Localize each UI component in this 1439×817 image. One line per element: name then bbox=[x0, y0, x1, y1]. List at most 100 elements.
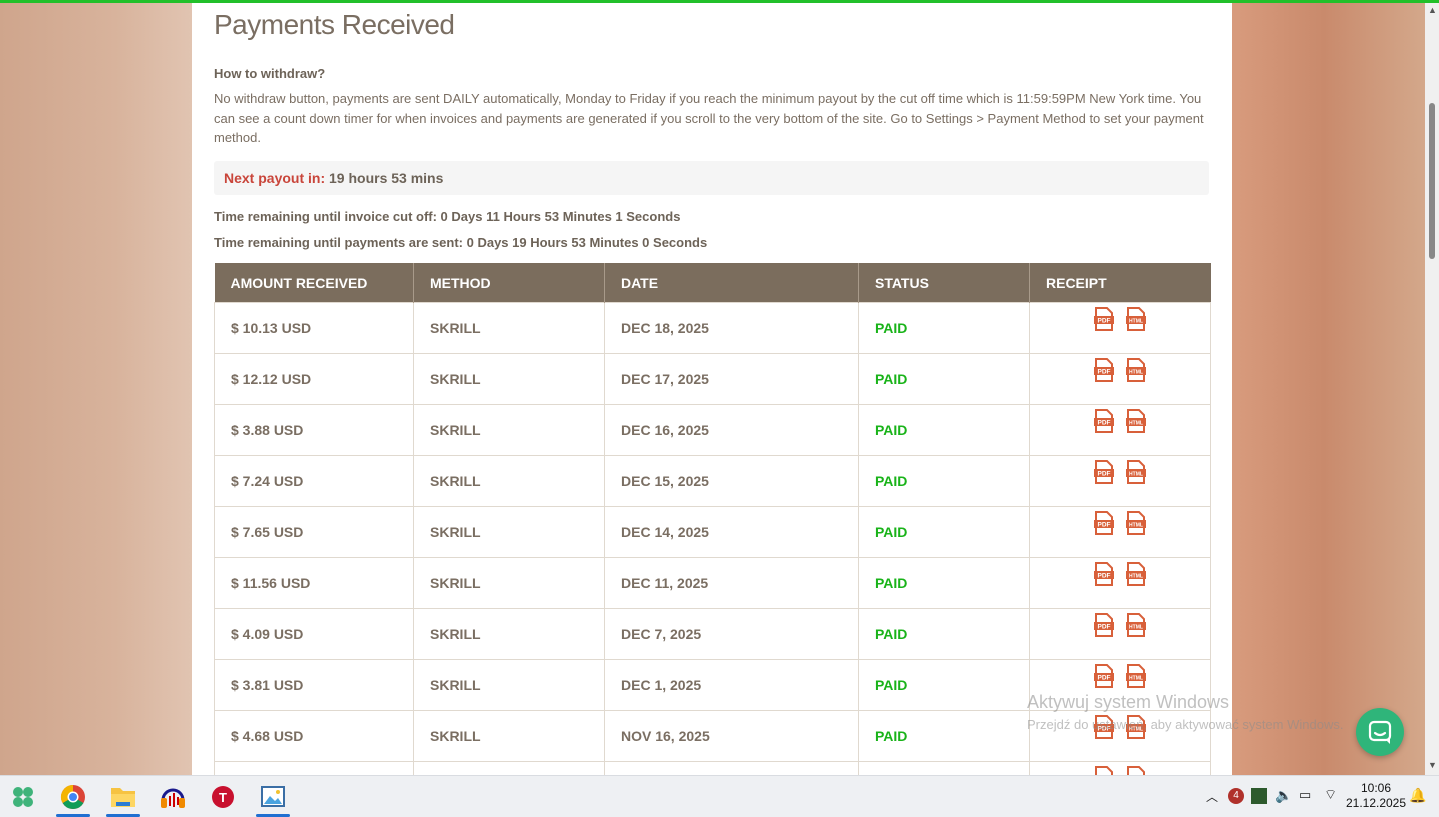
pdf-file-icon[interactable]: PDF bbox=[1093, 459, 1115, 485]
amount-cell: $ 12.12 USD bbox=[214, 353, 414, 405]
scroll-down-arrow-icon[interactable]: ▼ bbox=[1428, 760, 1437, 770]
svg-text:PDF: PDF bbox=[1098, 471, 1111, 478]
tray-nvidia-icon[interactable] bbox=[1251, 788, 1267, 804]
status-cell: PAID bbox=[858, 506, 1030, 558]
date-cell: DEC 7, 2025 bbox=[604, 608, 859, 660]
howto-heading: How to withdraw? bbox=[214, 66, 326, 81]
amount-cell: $ 3.81 USD bbox=[214, 659, 414, 711]
method-cell: SKRILL bbox=[413, 506, 605, 558]
table-row: $ 10.13 USD SKRILL DEC 18, 2025 PAID PDF HTML bbox=[214, 302, 1211, 354]
header-status: STATUS bbox=[858, 263, 1030, 303]
method-cell: SKRILL bbox=[413, 557, 605, 609]
html-file-icon[interactable]: HTML bbox=[1125, 612, 1147, 638]
svg-text:PDF: PDF bbox=[1098, 420, 1111, 427]
receipt-cell: PDF HTML bbox=[1029, 404, 1211, 456]
tray-overflow-chevron-icon[interactable]: ︿ bbox=[1206, 788, 1218, 805]
next-payout-value: 19 hours 53 mins bbox=[329, 170, 444, 186]
pdf-file-icon[interactable]: PDF bbox=[1093, 408, 1115, 434]
receipt-cell: PDF HTML bbox=[1029, 302, 1211, 354]
date-cell bbox=[604, 761, 859, 775]
chrome-icon bbox=[60, 785, 85, 810]
svg-text:HTML: HTML bbox=[1129, 676, 1143, 682]
receipt-cell: PDF HTML bbox=[1029, 506, 1211, 558]
pdf-file-icon[interactable]: PDF bbox=[1093, 357, 1115, 383]
amount-cell: $ 7.65 USD bbox=[214, 506, 414, 558]
taskbar-clock[interactable]: 10:06 21.12.2025 bbox=[1340, 781, 1412, 811]
status-cell bbox=[858, 761, 1030, 775]
html-file-icon[interactable]: HTML bbox=[1125, 765, 1147, 775]
svg-text:PDF: PDF bbox=[1098, 624, 1111, 631]
receipt-cell: PDF HTML bbox=[1029, 455, 1211, 507]
pdf-file-icon[interactable]: PDF bbox=[1093, 612, 1115, 638]
status-cell: PAID bbox=[858, 455, 1030, 507]
svg-text:HTML: HTML bbox=[1129, 370, 1143, 376]
audacity-icon bbox=[161, 788, 185, 808]
date-cell: NOV 16, 2025 bbox=[604, 710, 859, 762]
taskbar-audacity[interactable] bbox=[154, 782, 192, 812]
chat-icon bbox=[1368, 720, 1392, 744]
html-file-icon[interactable]: HTML bbox=[1125, 510, 1147, 536]
html-file-icon[interactable]: HTML bbox=[1125, 561, 1147, 587]
wifi-icon[interactable]: ⌔ bbox=[1324, 786, 1337, 804]
pdf-file-icon[interactable]: PDF bbox=[1093, 510, 1115, 536]
amount-cell: $ 11.56 USD bbox=[214, 557, 414, 609]
windows-activation-title: Aktywuj system Windows bbox=[1027, 692, 1230, 712]
pdf-file-icon[interactable]: PDF bbox=[1093, 306, 1115, 332]
svg-text:HTML: HTML bbox=[1129, 625, 1143, 631]
html-file-icon[interactable]: HTML bbox=[1125, 459, 1147, 485]
date-cell: DEC 14, 2025 bbox=[604, 506, 859, 558]
status-cell: PAID bbox=[858, 608, 1030, 660]
battery-icon[interactable]: ▭ bbox=[1299, 787, 1311, 803]
svg-text:HTML: HTML bbox=[1129, 421, 1143, 427]
table-row: $ 7.24 USD SKRILL DEC 15, 2025 PAID PDF HTML bbox=[214, 455, 1211, 507]
clock-date: 21.12.2025 bbox=[1345, 796, 1407, 810]
receipt-cell: PDF HTML bbox=[1029, 557, 1211, 609]
receipt-cell: PDF HTML bbox=[1029, 353, 1211, 405]
page-scrollbar[interactable]: ▲ ▼ bbox=[1425, 3, 1439, 775]
scroll-up-arrow-icon[interactable]: ▲ bbox=[1428, 5, 1437, 15]
scroll-thumb[interactable] bbox=[1429, 103, 1435, 259]
taskbar-file-explorer[interactable] bbox=[104, 782, 142, 817]
windows-taskbar: T ︿ 4 🔈 ▭ ⌔ 10:06 21.12.2025 🔔 bbox=[0, 775, 1439, 817]
notification-bell-icon[interactable]: 🔔 bbox=[1409, 787, 1426, 804]
table-row: $ 11.56 USD SKRILL DEC 11, 2025 PAID PDF HTML bbox=[214, 557, 1211, 609]
volume-icon[interactable]: 🔈 bbox=[1275, 787, 1292, 804]
method-cell: SKRILL bbox=[413, 455, 605, 507]
svg-text:PDF: PDF bbox=[1098, 675, 1111, 682]
payments-sent-timer: Time remaining until payments are sent: … bbox=[214, 235, 708, 250]
status-cell: PAID bbox=[858, 557, 1030, 609]
t-app-icon: T bbox=[212, 786, 234, 808]
header-amount: AMOUNT RECEIVED bbox=[214, 263, 414, 303]
start-button[interactable] bbox=[4, 782, 42, 812]
next-payout-box: Next payout in: 19 hours 53 mins bbox=[214, 161, 1209, 195]
taskbar-t-app[interactable]: T bbox=[204, 782, 242, 812]
chat-button[interactable] bbox=[1356, 708, 1404, 756]
pdf-file-icon[interactable]: PDF bbox=[1093, 663, 1115, 689]
method-cell: SKRILL bbox=[413, 404, 605, 456]
svg-text:PDF: PDF bbox=[1098, 318, 1111, 325]
date-cell: DEC 15, 2025 bbox=[604, 455, 859, 507]
amount-cell: $ 10.13 USD bbox=[214, 302, 414, 354]
amount-cell: $ 3.88 USD bbox=[214, 404, 414, 456]
receipt-cell: PDF HTML bbox=[1029, 761, 1211, 775]
header-method: METHOD bbox=[413, 263, 605, 303]
clock-time: 10:06 bbox=[1360, 781, 1392, 795]
svg-text:PDF: PDF bbox=[1098, 369, 1111, 376]
html-file-icon[interactable]: HTML bbox=[1125, 357, 1147, 383]
amount-cell bbox=[214, 761, 414, 775]
method-cell: SKRILL bbox=[413, 353, 605, 405]
date-cell: DEC 11, 2025 bbox=[604, 557, 859, 609]
html-file-icon[interactable]: HTML bbox=[1125, 408, 1147, 434]
start-icon bbox=[13, 787, 33, 807]
html-file-icon[interactable]: HTML bbox=[1125, 306, 1147, 332]
taskbar-chrome[interactable] bbox=[54, 782, 92, 817]
pdf-file-icon[interactable]: PDF bbox=[1093, 561, 1115, 587]
pdf-file-icon[interactable]: PDF bbox=[1093, 765, 1115, 775]
table-row: $ 7.65 USD SKRILL DEC 14, 2025 PAID PDF HTML bbox=[214, 506, 1211, 558]
status-cell: PAID bbox=[858, 353, 1030, 405]
date-cell: DEC 18, 2025 bbox=[604, 302, 859, 354]
tray-badge[interactable]: 4 bbox=[1228, 788, 1244, 804]
photos-icon bbox=[261, 786, 285, 807]
html-file-icon[interactable]: HTML bbox=[1125, 663, 1147, 689]
taskbar-photos[interactable] bbox=[254, 782, 292, 817]
